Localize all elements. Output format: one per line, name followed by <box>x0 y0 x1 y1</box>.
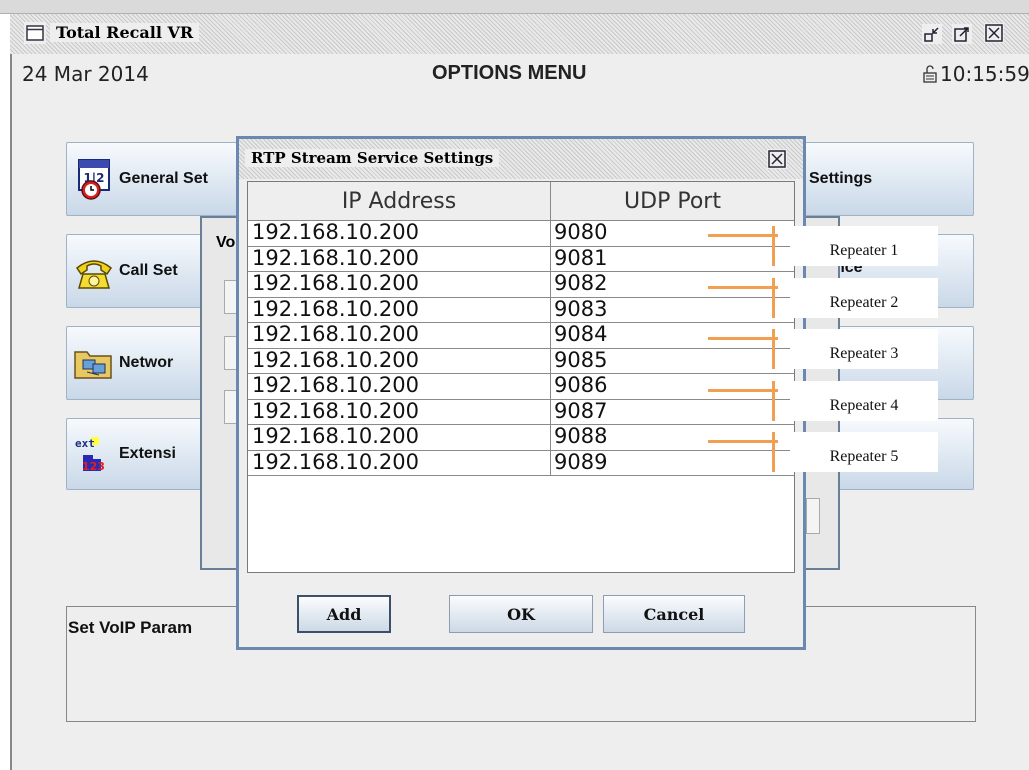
ip-address-cell: 192.168.10.200 <box>252 373 419 397</box>
voip-dialog-title: Vo <box>216 234 236 251</box>
ip-address-cell: 192.168.10.200 <box>252 449 419 474</box>
current-date: 24 Mar 2014 <box>22 62 149 86</box>
close-icon[interactable] <box>767 149 787 169</box>
column-divider <box>550 220 551 476</box>
ok-button[interactable]: OK <box>449 595 593 633</box>
ip-address-cell: 192.168.10.200 <box>252 220 419 244</box>
extension-icon: ext 123 <box>73 433 115 475</box>
add-button[interactable]: Add <box>297 595 391 633</box>
lock-icon <box>922 64 938 88</box>
annotation-label: Repeater 1 <box>790 226 938 266</box>
annotation-line <box>708 440 778 443</box>
ip-address-cell: 192.168.10.200 <box>252 398 419 423</box>
call-settings-button[interactable]: Call Set <box>66 234 206 308</box>
udp-port-cell: 9089 <box>554 449 608 474</box>
current-time: 10:15:59 <box>940 62 1029 86</box>
page-title: OPTIONS MENU <box>432 62 587 84</box>
annotation-label: Repeater 2 <box>790 277 938 318</box>
udp-port-cell: 9084 <box>554 322 608 346</box>
udp-port-cell: 9085 <box>554 347 608 372</box>
network-folder-icon <box>73 342 115 384</box>
annotation-line <box>708 388 778 392</box>
udp-port-cell: 9087 <box>554 398 608 423</box>
table-row[interactable]: 192.168.10.200 9083 <box>248 296 794 323</box>
udp-port-cell: 9080 <box>554 220 608 244</box>
window-icon <box>24 22 46 44</box>
extension-settings-button[interactable]: ext 123 Extensi <box>66 418 206 490</box>
udp-port-cell: 9081 <box>554 245 608 270</box>
settings-right-label: Settings <box>809 170 873 187</box>
annotation-bracket <box>772 277 775 318</box>
rtp-stream-dialog: RTP Stream Service Settings IP Address U… <box>236 136 806 650</box>
table-row[interactable]: 192.168.10.200 9082 <box>248 271 794 298</box>
ip-address-cell: 192.168.10.200 <box>252 296 419 321</box>
table-row[interactable]: 192.168.10.200 9086 <box>248 373 794 400</box>
table-row[interactable]: 192.168.10.200 9085 <box>248 347 794 374</box>
settings-button-right[interactable]: Settings <box>790 142 974 216</box>
network-settings-button[interactable]: Networ <box>66 326 206 400</box>
rtp-dialog-title: RTP Stream Service Settings <box>245 149 500 167</box>
call-settings-label: Call Set <box>119 262 178 279</box>
ip-address-cell: 192.168.10.200 <box>252 245 419 270</box>
annotation-bracket <box>772 226 775 266</box>
cancel-button[interactable]: Cancel <box>603 595 745 633</box>
rtp-dialog-titlebar[interactable]: RTP Stream Service Settings <box>239 139 803 179</box>
ip-address-cell: 192.168.10.200 <box>252 347 419 372</box>
ip-address-cell: 192.168.10.200 <box>252 424 419 448</box>
table-row[interactable]: 192.168.10.200 9087 <box>248 398 794 425</box>
annotation-line <box>708 285 778 289</box>
udp-port-cell: 9086 <box>554 373 608 397</box>
table-row[interactable]: 192.168.10.200 9088 <box>248 424 794 451</box>
column-header-port[interactable]: UDP Port <box>551 182 794 221</box>
annotation-bracket <box>772 329 775 369</box>
annotation-line <box>708 337 778 340</box>
ip-address-cell: 192.168.10.200 <box>252 271 419 295</box>
annotation-label: Repeater 5 <box>790 432 938 472</box>
table-row[interactable]: 192.168.10.200 9089 <box>248 449 794 476</box>
calendar-clock-icon: 1|2 <box>73 158 115 200</box>
network-settings-label: Networ <box>119 354 174 371</box>
svg-text:123: 123 <box>82 460 105 473</box>
status-text: Set VoIP Param <box>68 618 193 637</box>
background-window-strip <box>0 0 1029 14</box>
maximize-icon[interactable] <box>952 24 972 44</box>
annotation-bracket <box>772 380 775 421</box>
svg-text:ext: ext <box>75 437 95 450</box>
udp-port-cell: 9082 <box>554 271 608 295</box>
annotation-bracket <box>772 432 775 472</box>
udp-port-cell: 9088 <box>554 424 608 448</box>
table-row[interactable]: 192.168.10.200 9081 <box>248 245 794 272</box>
table-row[interactable]: 192.168.10.200 9084 <box>248 322 794 349</box>
minimize-icon[interactable] <box>922 24 942 44</box>
close-icon[interactable] <box>984 23 1004 43</box>
annotation-label: Repeater 3 <box>790 329 938 369</box>
header-bar: 24 Mar 2014 OPTIONS MENU 10:15:59 <box>12 54 1029 94</box>
annotation-label: Repeater 4 <box>790 380 938 421</box>
column-header-ip[interactable]: IP Address <box>248 182 551 221</box>
udp-port-cell: 9083 <box>554 296 608 321</box>
ip-address-cell: 192.168.10.200 <box>252 322 419 346</box>
window-title: Total Recall VR <box>50 23 200 42</box>
rtp-streams-table: IP Address UDP Port 192.168.10.200 9080 19… <box>247 181 795 573</box>
main-titlebar[interactable]: Total Recall VR <box>10 14 1029 54</box>
voip-dialog-button[interactable] <box>806 498 820 534</box>
general-settings-label: General Set <box>119 170 208 187</box>
general-settings-button[interactable]: 1|2 General Set <box>66 142 246 216</box>
annotation-line <box>708 234 778 237</box>
telephone-icon <box>73 250 115 292</box>
extension-settings-label: Extensi <box>119 445 176 462</box>
